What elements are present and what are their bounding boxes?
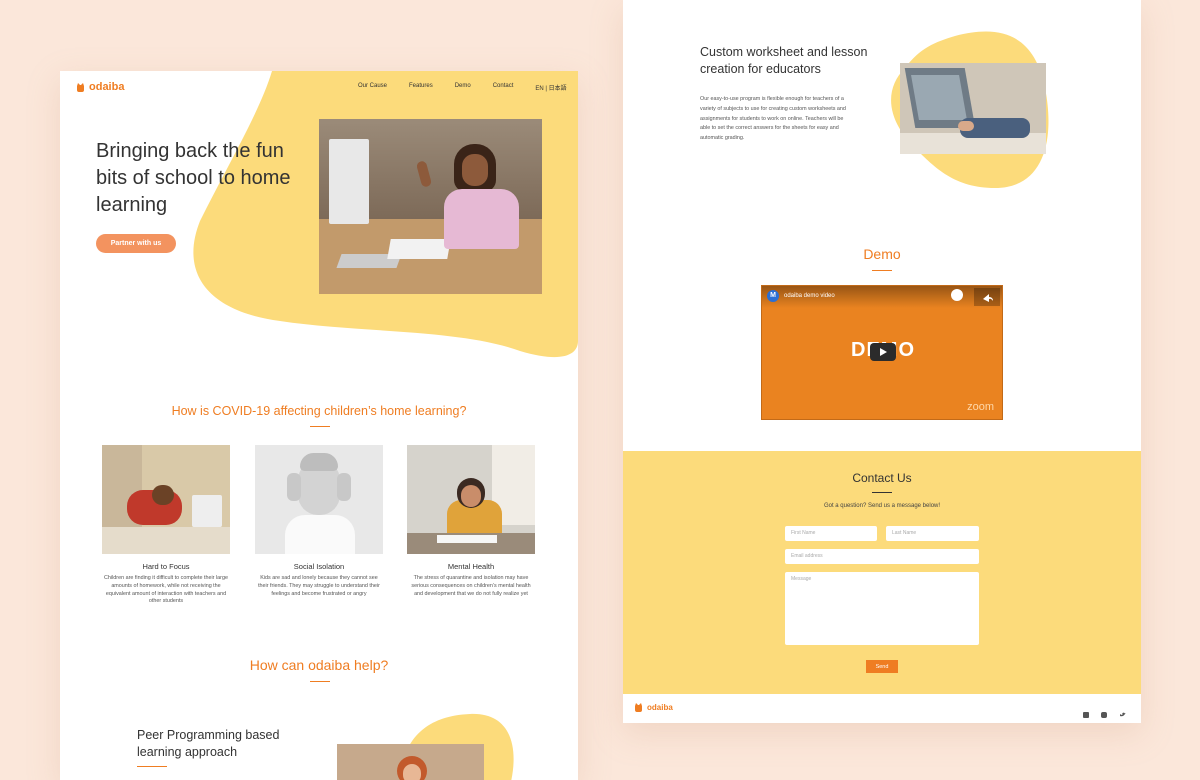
first-name-field[interactable]: First Name bbox=[785, 526, 877, 541]
language-switch[interactable]: EN | 日本語 bbox=[535, 83, 566, 92]
message-field[interactable]: Message bbox=[785, 572, 979, 645]
card-photo bbox=[255, 445, 383, 554]
hero-title: Bringing back the fun bits of school to … bbox=[96, 140, 291, 216]
nav-demo[interactable]: Demo bbox=[455, 83, 471, 92]
feature-title: Peer Programming based learning approach bbox=[137, 728, 280, 759]
contact-section: Contact Us Got a question? Send us a mes… bbox=[623, 451, 1141, 694]
last-name-field[interactable]: Last Name bbox=[886, 526, 979, 541]
main-nav: Our Cause Features Demo Contact EN | 日本語 bbox=[358, 83, 567, 92]
instagram-icon[interactable] bbox=[1101, 712, 1108, 718]
demo-title-underline bbox=[872, 270, 892, 271]
email-field[interactable]: Email address bbox=[785, 549, 979, 564]
demo-video[interactable]: M odaiba demo video DEMO zoom bbox=[761, 285, 1003, 420]
card-title: Social Isolation bbox=[293, 562, 345, 571]
card-title: Hard to Focus bbox=[142, 562, 190, 571]
help-section-title: How can odaiba help? bbox=[249, 657, 389, 673]
facebook-icon[interactable] bbox=[1083, 712, 1089, 718]
worksheet-photo bbox=[900, 63, 1046, 154]
worksheet-text: Our easy-to-use program is flexible enou… bbox=[700, 96, 846, 142]
share-icon[interactable] bbox=[974, 288, 1000, 306]
card-title: Mental Health bbox=[447, 562, 495, 571]
zoom-logo: zoom bbox=[967, 401, 994, 413]
feature-photo bbox=[337, 744, 484, 780]
cat-logo-icon bbox=[634, 703, 643, 712]
hero-photo bbox=[319, 119, 542, 294]
card-mental-health: Mental Health The stress of quarantine a… bbox=[407, 445, 535, 598]
card-social-isolation: Social Isolation Kids are sad and lonely… bbox=[255, 445, 383, 598]
nav-features[interactable]: Features bbox=[409, 83, 433, 92]
brand-name: odaiba bbox=[647, 703, 673, 712]
social-links bbox=[1075, 705, 1126, 723]
feature-title-underline bbox=[137, 766, 167, 767]
covid-title-underline bbox=[310, 426, 330, 427]
cat-logo-icon bbox=[76, 82, 85, 92]
landing-page-left: odaiba Our Cause Features Demo Contact E… bbox=[60, 71, 578, 780]
card-hard-to-focus: Hard to Focus Children are finding it di… bbox=[102, 445, 230, 606]
partner-button[interactable]: Partner with us bbox=[96, 234, 176, 253]
contact-title-underline bbox=[872, 492, 892, 493]
contact-title: Contact Us bbox=[852, 471, 912, 485]
brand-name: odaiba bbox=[89, 81, 125, 93]
card-photo bbox=[407, 445, 535, 554]
channel-avatar[interactable]: M bbox=[767, 290, 779, 302]
card-photo bbox=[102, 445, 230, 554]
twitter-icon[interactable] bbox=[1119, 705, 1126, 717]
contact-subtitle: Got a question? Send us a message below! bbox=[823, 503, 941, 509]
play-button[interactable] bbox=[870, 343, 896, 361]
footer-logo[interactable]: odaiba bbox=[634, 703, 673, 712]
card-text: Children are finding it difficult to com… bbox=[104, 575, 228, 605]
landing-page-right: Custom worksheet and lesson creation for… bbox=[623, 0, 1141, 723]
card-text: The stress of quarantine and isolation m… bbox=[411, 575, 531, 597]
logo[interactable]: odaiba bbox=[76, 81, 124, 93]
nav-our-cause[interactable]: Our Cause bbox=[358, 83, 387, 92]
send-button[interactable]: Send bbox=[866, 660, 898, 673]
watch-later-icon[interactable] bbox=[951, 289, 963, 301]
demo-title: Demo bbox=[863, 246, 901, 262]
nav-contact[interactable]: Contact bbox=[493, 83, 514, 92]
card-text: Kids are sad and lonely because they can… bbox=[258, 575, 380, 597]
covid-section-title: How is COVID-19 affecting children’s hom… bbox=[171, 404, 467, 418]
footer: odaiba bbox=[623, 694, 1141, 723]
worksheet-title: Custom worksheet and lesson creation for… bbox=[700, 45, 868, 76]
video-title[interactable]: odaiba demo video bbox=[784, 293, 835, 299]
help-title-underline bbox=[310, 681, 330, 682]
